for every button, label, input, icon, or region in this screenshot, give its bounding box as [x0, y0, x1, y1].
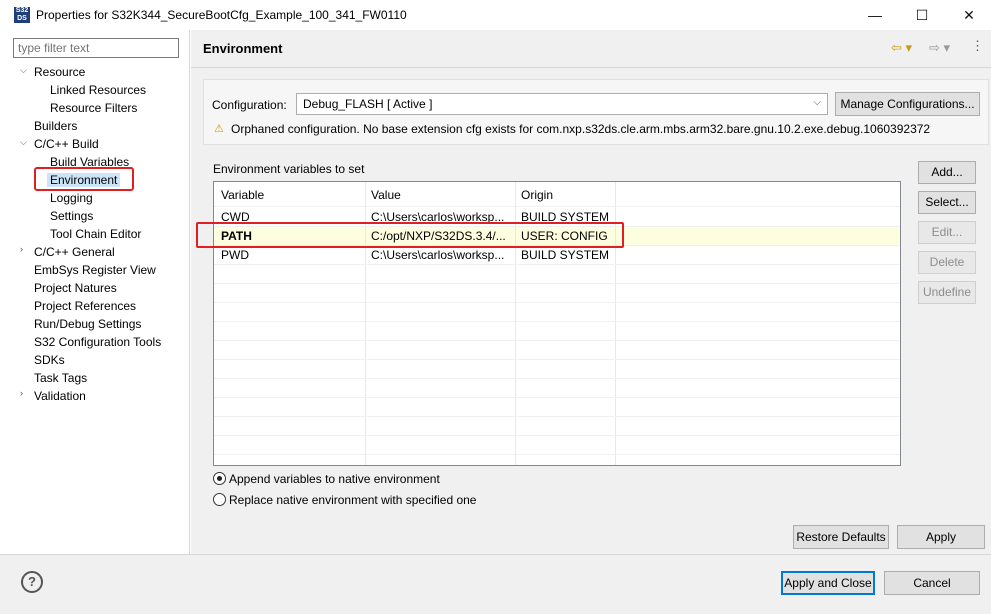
- chevron-down-icon[interactable]: ⌵: [20, 65, 30, 76]
- apply-button[interactable]: Apply: [897, 525, 985, 549]
- cell-variable[interactable]: PWD: [221, 248, 249, 262]
- radio-unchecked-icon[interactable]: [213, 493, 226, 507]
- append-radio-label: Append variables to native environment: [229, 472, 440, 486]
- sidebar-item-cpp-build[interactable]: C/C++ Build: [34, 135, 99, 153]
- restore-defaults-button[interactable]: Restore Defaults: [793, 525, 889, 549]
- cancel-button[interactable]: Cancel: [884, 571, 980, 595]
- row-divider: [214, 359, 900, 360]
- sidebar-item-resource[interactable]: Resource: [34, 63, 85, 81]
- help-icon[interactable]: ?: [21, 571, 43, 593]
- maximize-button[interactable]: ☐: [899, 0, 945, 30]
- sidebar-item-build-variables[interactable]: Build Variables: [50, 153, 129, 171]
- footer: ? Apply and Close Cancel: [0, 554, 991, 614]
- cell-value[interactable]: C:\Users\carlos\worksp...: [371, 248, 504, 262]
- forward-arrow-icon[interactable]: ⇨ ▾: [929, 40, 950, 56]
- row-divider: [214, 454, 900, 455]
- row-divider: [214, 264, 900, 265]
- sidebar-item-environment[interactable]: Environment: [50, 171, 117, 189]
- sidebar-item-cpp-general[interactable]: C/C++ General: [34, 243, 115, 261]
- configuration-value: Debug_FLASH [ Active ]: [303, 97, 433, 111]
- sidebar-item-embsys-register-view[interactable]: EmbSys Register View: [34, 261, 156, 279]
- row-divider: [214, 435, 900, 436]
- back-arrow-icon[interactable]: ⇦ ▾: [891, 40, 912, 56]
- append-radio-option[interactable]: Append variables to native environment: [213, 471, 440, 489]
- manage-configurations-button[interactable]: Manage Configurations...: [835, 92, 980, 116]
- sidebar-item-project-natures[interactable]: Project Natures: [34, 279, 117, 297]
- row-divider: [214, 340, 900, 341]
- add-button[interactable]: Add...: [918, 161, 976, 184]
- filter-input[interactable]: [13, 38, 179, 58]
- warning-text: Orphaned configuration. No base extensio…: [231, 122, 931, 136]
- chevron-down-icon[interactable]: ⌵: [20, 137, 30, 148]
- edit-button[interactable]: Edit...: [918, 221, 976, 244]
- view-menu-icon[interactable]: ⋮: [971, 38, 984, 54]
- sidebar-item-task-tags[interactable]: Task Tags: [34, 369, 87, 387]
- delete-button[interactable]: Delete: [918, 251, 976, 274]
- chevron-right-icon[interactable]: ›: [20, 388, 30, 398]
- row-divider: [214, 416, 900, 417]
- sidebar-item-builders[interactable]: Builders: [34, 117, 77, 135]
- main-panel: Environment ⇦ ▾ ⇨ ▾ ⋮ Configuration: Deb…: [191, 30, 991, 554]
- app-icon: S32 DS: [14, 7, 30, 23]
- red-highlight-path-row: [196, 222, 624, 248]
- configuration-label: Configuration:: [212, 98, 287, 112]
- row-divider: [214, 378, 900, 379]
- sidebar-item-linked-resources[interactable]: Linked Resources: [50, 81, 146, 99]
- sidebar-item-logging[interactable]: Logging: [50, 189, 93, 207]
- row-divider: [214, 302, 900, 303]
- close-button[interactable]: ✕: [946, 0, 991, 30]
- row-divider: [214, 206, 900, 207]
- configuration-group: Configuration: Debug_FLASH [ Active ] ⌵ …: [203, 79, 989, 145]
- sidebar-item-settings[interactable]: Settings: [50, 207, 93, 225]
- sidebar-item-run-debug-settings[interactable]: Run/Debug Settings: [34, 315, 141, 333]
- sidebar-item-s32-configuration-tools[interactable]: S32 Configuration Tools: [34, 333, 161, 351]
- header-divider: [191, 67, 991, 68]
- sidebar-item-sdks[interactable]: SDKs: [34, 351, 65, 369]
- sidebar-item-validation[interactable]: Validation: [34, 387, 86, 405]
- undefine-button[interactable]: Undefine: [918, 281, 976, 304]
- select-button[interactable]: Select...: [918, 191, 976, 214]
- replace-radio-label: Replace native environment with specifie…: [229, 493, 477, 507]
- page-title: Environment: [203, 41, 283, 56]
- sidebar: ⌵ Resource Linked Resources Resource Fil…: [0, 30, 190, 554]
- column-header-variable[interactable]: Variable: [221, 188, 264, 202]
- sidebar-item-resource-filters[interactable]: Resource Filters: [50, 99, 137, 117]
- title-bar: S32 DS Properties for S32K344_SecureBoot…: [0, 0, 991, 30]
- sidebar-item-tool-chain-editor[interactable]: Tool Chain Editor: [50, 225, 141, 243]
- replace-radio-option[interactable]: Replace native environment with specifie…: [213, 492, 476, 510]
- row-divider: [214, 283, 900, 284]
- column-header-value[interactable]: Value: [371, 188, 401, 202]
- warning-icon: ⚠: [214, 123, 224, 135]
- cell-origin[interactable]: BUILD SYSTEM: [521, 248, 609, 262]
- configuration-select[interactable]: Debug_FLASH [ Active ] ⌵: [296, 93, 828, 115]
- radio-checked-icon[interactable]: [213, 472, 226, 486]
- env-variables-label: Environment variables to set: [213, 162, 365, 176]
- apply-and-close-button[interactable]: Apply and Close: [781, 571, 875, 595]
- chevron-right-icon[interactable]: ›: [20, 244, 30, 254]
- minimize-button[interactable]: —: [852, 0, 898, 30]
- chevron-down-icon: ⌵: [813, 97, 821, 108]
- window-title: Properties for S32K344_SecureBootCfg_Exa…: [36, 8, 407, 22]
- sidebar-item-project-references[interactable]: Project References: [34, 297, 136, 315]
- column-header-origin[interactable]: Origin: [521, 188, 553, 202]
- row-divider: [214, 397, 900, 398]
- row-divider: [214, 321, 900, 322]
